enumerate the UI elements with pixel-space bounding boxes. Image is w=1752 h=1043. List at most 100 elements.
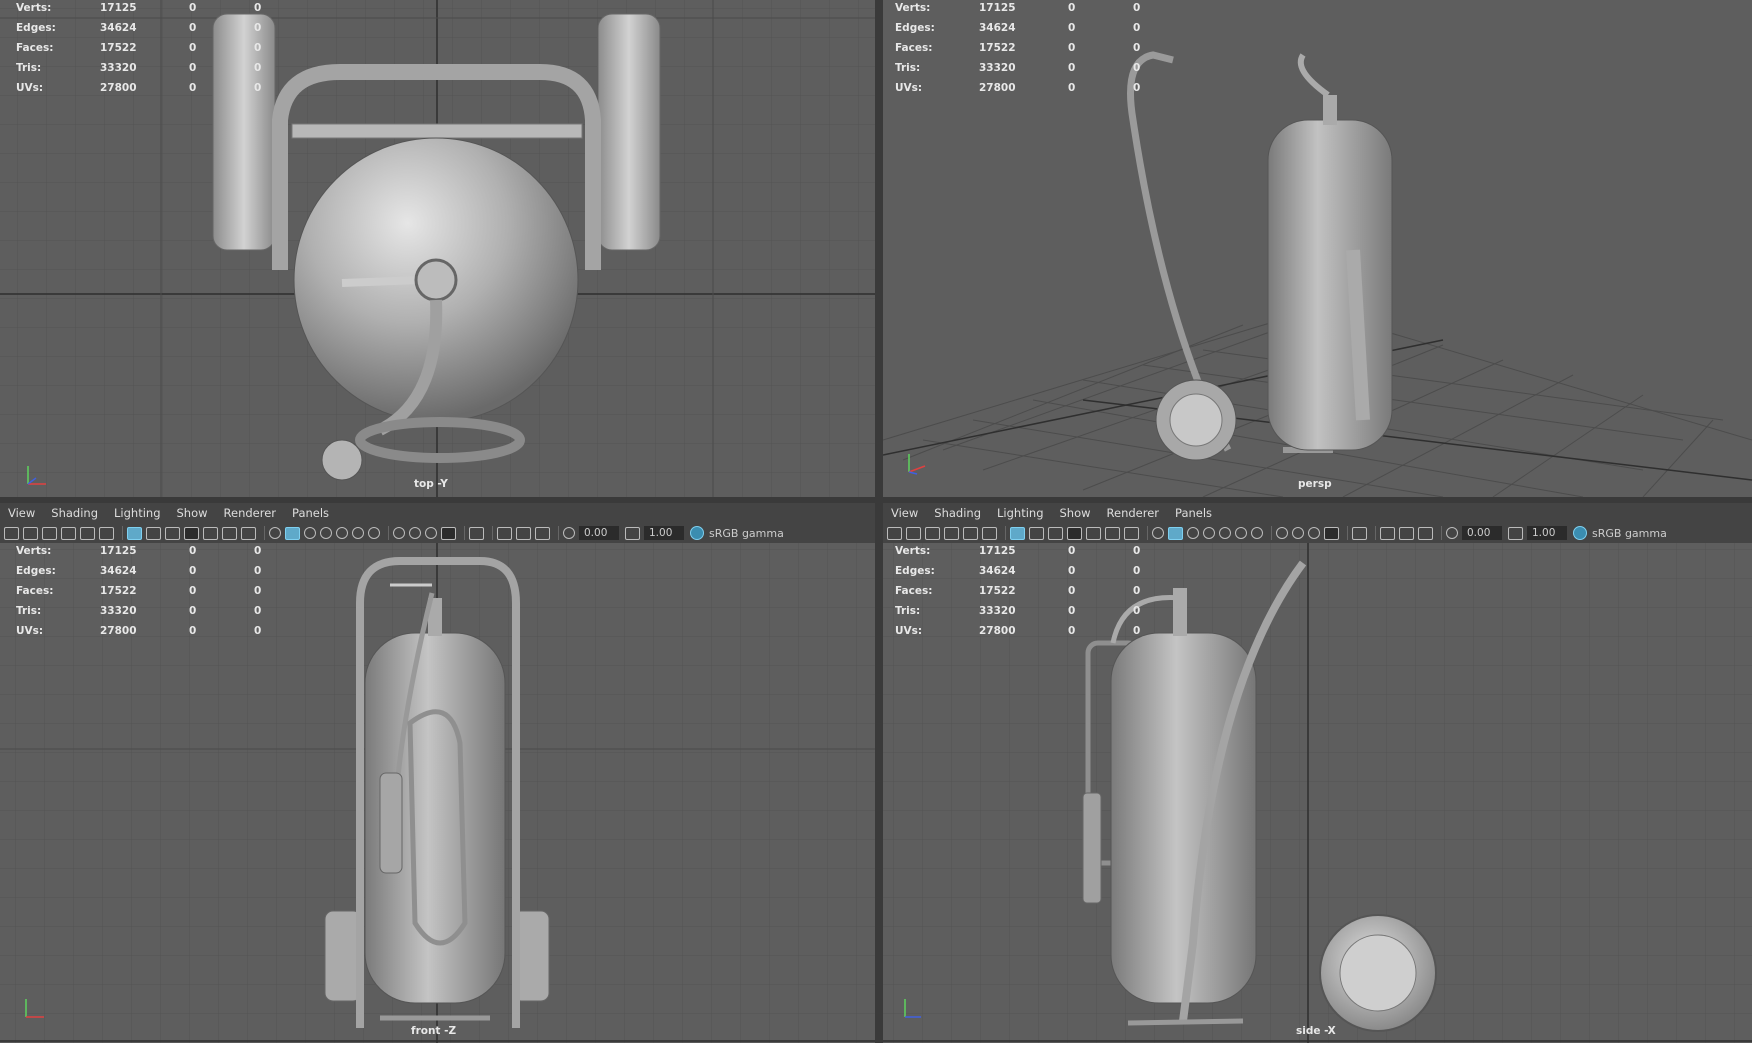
- pan-zoom-icon[interactable]: [80, 526, 95, 540]
- stat-row: Edges: 34624 0 0: [16, 22, 262, 34]
- isolate-icon[interactable]: [469, 526, 484, 540]
- viewport-top[interactable]: Verts: 17125 0 0 Edges: 34624 0 0 Faces: 17522 0…: [0, 0, 875, 497]
- depth-of-field-icon[interactable]: [441, 526, 456, 540]
- safe-title-icon[interactable]: [241, 526, 256, 540]
- menu-renderer[interactable]: Renderer: [1105, 506, 1168, 520]
- light-icon[interactable]: [1235, 527, 1247, 539]
- gate-mask-icon[interactable]: [184, 526, 199, 540]
- gamma-icon[interactable]: [1508, 526, 1523, 540]
- menu-lighting[interactable]: Lighting: [995, 506, 1051, 520]
- poly-stats: Verts: 17125 0 0 Edges: 34624 0 0 Faces: 17522 0…: [895, 543, 1145, 643]
- exposure-icon[interactable]: [563, 527, 575, 539]
- stat-row: Edges: 34624 0 0: [16, 565, 262, 577]
- menu-lighting[interactable]: Lighting: [112, 506, 168, 520]
- image-plane-icon[interactable]: [61, 526, 76, 540]
- motion-blur-icon[interactable]: [409, 527, 421, 539]
- grease-pencil-icon[interactable]: [99, 526, 114, 540]
- axis-gizmo-icon: [25, 999, 44, 1018]
- image-plane-icon[interactable]: [944, 526, 959, 540]
- color-management-icon[interactable]: [1573, 526, 1587, 540]
- grid-icon[interactable]: [127, 526, 142, 540]
- camera-attributes-icon[interactable]: [906, 526, 921, 540]
- wireframe-icon[interactable]: [269, 527, 281, 539]
- grease-pencil-icon[interactable]: [982, 526, 997, 540]
- smooth-shade-icon[interactable]: [285, 526, 300, 540]
- safe-action-icon[interactable]: [222, 526, 237, 540]
- viewport-persp[interactable]: Verts: 17125 0 0 Edges: 34624 0 0 Faces: 17522 0…: [883, 0, 1752, 497]
- menu-view[interactable]: View: [889, 506, 926, 520]
- viewport-front[interactable]: Verts: 17125 0 0 Edges: 34624 0 0 Faces: 17522 0…: [0, 543, 875, 1043]
- default-material-icon[interactable]: [1219, 527, 1231, 539]
- wireframe-icon[interactable]: [1152, 527, 1164, 539]
- menu-view[interactable]: View: [6, 506, 43, 520]
- pan-zoom-icon[interactable]: [963, 526, 978, 540]
- wireframe-on-shaded-icon[interactable]: [1187, 527, 1199, 539]
- axis-gizmo-icon: [904, 999, 921, 1018]
- exposure-field[interactable]: 0.00: [1462, 526, 1502, 540]
- stat-row: Faces: 17522 0 0: [16, 585, 262, 597]
- viewport-label-side: side -X: [1296, 1025, 1336, 1037]
- field-chart-icon[interactable]: [1086, 526, 1101, 540]
- menu-show[interactable]: Show: [175, 506, 216, 520]
- field-chart-icon[interactable]: [203, 526, 218, 540]
- xray-icon[interactable]: [497, 526, 512, 540]
- stat-row: UVs: 27800 0 0: [16, 625, 262, 637]
- xray-joints-icon[interactable]: [1418, 526, 1433, 540]
- default-material-icon[interactable]: [336, 527, 348, 539]
- xray-icon[interactable]: [1380, 526, 1395, 540]
- motion-blur-icon[interactable]: [1292, 527, 1304, 539]
- stat-row: Faces: 17522 0 0: [16, 42, 262, 54]
- menu-panels[interactable]: Panels: [290, 506, 337, 520]
- stat-row: UVs: 27800 0 0: [895, 82, 1141, 94]
- grid-icon[interactable]: [1010, 526, 1025, 540]
- shadows-icon[interactable]: [1251, 527, 1263, 539]
- gamma-field[interactable]: 1.00: [644, 526, 684, 540]
- xray-active-icon[interactable]: [516, 526, 531, 540]
- menu-renderer[interactable]: Renderer: [222, 506, 285, 520]
- textured-icon[interactable]: [320, 527, 332, 539]
- textured-icon[interactable]: [1203, 527, 1215, 539]
- viewport-label-persp: persp: [1298, 478, 1332, 490]
- depth-of-field-icon[interactable]: [1324, 526, 1339, 540]
- menu-shading[interactable]: Shading: [932, 506, 989, 520]
- color-space-label[interactable]: sRGB gamma: [1592, 527, 1667, 540]
- light-icon[interactable]: [352, 527, 364, 539]
- bookmark-icon[interactable]: [42, 526, 57, 540]
- gamma-field[interactable]: 1.00: [1527, 526, 1567, 540]
- ambient-occlusion-icon[interactable]: [1276, 527, 1288, 539]
- film-gate-icon[interactable]: [146, 526, 161, 540]
- exposure-icon[interactable]: [1446, 527, 1458, 539]
- wireframe-on-shaded-icon[interactable]: [304, 527, 316, 539]
- film-gate-icon[interactable]: [1029, 526, 1044, 540]
- camera-attributes-icon[interactable]: [23, 526, 38, 540]
- color-management-icon[interactable]: [690, 526, 704, 540]
- bookmark-icon[interactable]: [925, 526, 940, 540]
- exposure-field[interactable]: 0.00: [579, 526, 619, 540]
- resolution-gate-icon[interactable]: [1048, 526, 1063, 540]
- resolution-gate-icon[interactable]: [165, 526, 180, 540]
- xray-joints-icon[interactable]: [535, 526, 550, 540]
- menu-show[interactable]: Show: [1058, 506, 1099, 520]
- color-space-label[interactable]: sRGB gamma: [709, 527, 784, 540]
- menu-panels[interactable]: Panels: [1173, 506, 1220, 520]
- gate-mask-icon[interactable]: [1067, 526, 1082, 540]
- gamma-icon[interactable]: [625, 526, 640, 540]
- panel-menubar: View Shading Lighting Show Renderer Pane…: [883, 503, 1752, 523]
- shadows-icon[interactable]: [368, 527, 380, 539]
- xray-active-icon[interactable]: [1399, 526, 1414, 540]
- viewport-side[interactable]: Verts: 17125 0 0 Edges: 34624 0 0 Faces: 17522 0…: [883, 543, 1752, 1043]
- stat-row: Faces: 17522 0 0: [895, 585, 1141, 597]
- safe-title-icon[interactable]: [1124, 526, 1139, 540]
- ambient-occlusion-icon[interactable]: [393, 527, 405, 539]
- safe-action-icon[interactable]: [1105, 526, 1120, 540]
- menu-shading[interactable]: Shading: [49, 506, 106, 520]
- camera-icon[interactable]: [887, 526, 902, 540]
- camera-icon[interactable]: [4, 526, 19, 540]
- axis-gizmo-icon: [908, 454, 926, 475]
- smooth-shade-icon[interactable]: [1168, 526, 1183, 540]
- isolate-icon[interactable]: [1352, 526, 1367, 540]
- antialiasing-icon[interactable]: [425, 527, 437, 539]
- antialiasing-icon[interactable]: [1308, 527, 1320, 539]
- vertical-splitter[interactable]: [875, 0, 883, 1043]
- panel-menubar: View Shading Lighting Show Renderer Pane…: [0, 503, 875, 523]
